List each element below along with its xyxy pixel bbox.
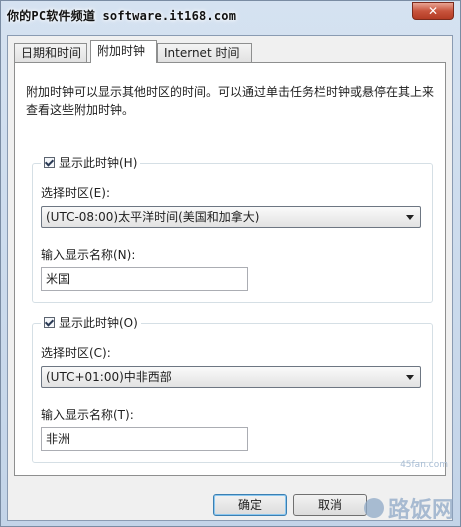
clock-1-name-label: 输入显示名称(N): <box>41 248 136 262</box>
clock-2-timezone-select[interactable]: (UTC+01:00)中非西部 <box>41 366 421 388</box>
clock-1-checkbox-label: 显示此时钟(H) <box>59 156 138 170</box>
clock-2-name-input[interactable]: 非洲 <box>41 427 248 451</box>
clock-1-checkbox-row[interactable]: 显示此时钟(H) <box>41 154 141 171</box>
description-text: 附加时钟可以显示其他时区的时间。可以通过单击任务栏时钟或悬停在其上来查看这些附加… <box>26 85 435 117</box>
ok-button[interactable]: 确定 <box>213 494 287 516</box>
clock-1-timezone-value: (UTC-08:00)太平洋时间(美国和加拿大) <box>46 210 260 224</box>
clock-group-1: 显示此时钟(H) 选择时区(E): (UTC-08:00)太平洋时间(美国和加拿… <box>32 154 433 303</box>
clock-2-name-label: 输入显示名称(T): <box>41 408 134 422</box>
clock-2-checkbox-label: 显示此时钟(O) <box>59 316 138 330</box>
clock-1-name-input[interactable]: 米国 <box>41 267 248 291</box>
clock-2-timezone-value: (UTC+01:00)中非西部 <box>46 370 172 384</box>
clock-group-2: 显示此时钟(O) 选择时区(C): (UTC+01:00)中非西部 输入显示名称… <box>32 314 433 463</box>
watermark-logo-icon <box>363 498 384 518</box>
dialog-body: 日期和时间 附加时钟 Internet 时间 附加时钟可以显示其他时区的时间。可… <box>7 35 453 521</box>
tab-additional-clocks[interactable]: 附加时钟 <box>90 40 157 63</box>
cancel-button[interactable]: 取消 <box>293 494 367 516</box>
tab-internet-time[interactable]: Internet 时间 <box>157 43 252 62</box>
clock-2-timezone-label: 选择时区(C): <box>41 346 111 360</box>
tab-date-time[interactable]: 日期和时间 <box>14 43 87 62</box>
clock-1-checkbox[interactable] <box>44 157 55 168</box>
close-button[interactable]: ✕ <box>412 2 454 20</box>
window-title: 你的PC软件频道 software.it168.com <box>7 9 237 23</box>
title-bar[interactable]: 你的PC软件频道 software.it168.com ✕ <box>1 1 460 35</box>
clock-1-timezone-label: 选择时区(E): <box>41 186 110 200</box>
clock-2-checkbox[interactable] <box>44 317 55 328</box>
clock-2-checkbox-row[interactable]: 显示此时钟(O) <box>41 314 141 331</box>
watermark: 路饭网 <box>363 492 454 524</box>
clock-1-timezone-select[interactable]: (UTC-08:00)太平洋时间(美国和加拿大) <box>41 206 421 228</box>
dialog-window: 你的PC软件频道 software.it168.com ✕ 日期和时间 附加时钟… <box>0 0 461 527</box>
dropdown-arrow-icon <box>406 215 414 220</box>
tab-panel-additional-clocks: 附加时钟可以显示其他时区的时间。可以通过单击任务栏时钟或悬停在其上来查看这些附加… <box>14 62 446 476</box>
dropdown-arrow-icon <box>406 375 414 380</box>
watermark-site: 45fan.com <box>400 460 448 470</box>
watermark-brand: 路饭网 <box>387 498 454 523</box>
close-icon: ✕ <box>427 4 439 18</box>
